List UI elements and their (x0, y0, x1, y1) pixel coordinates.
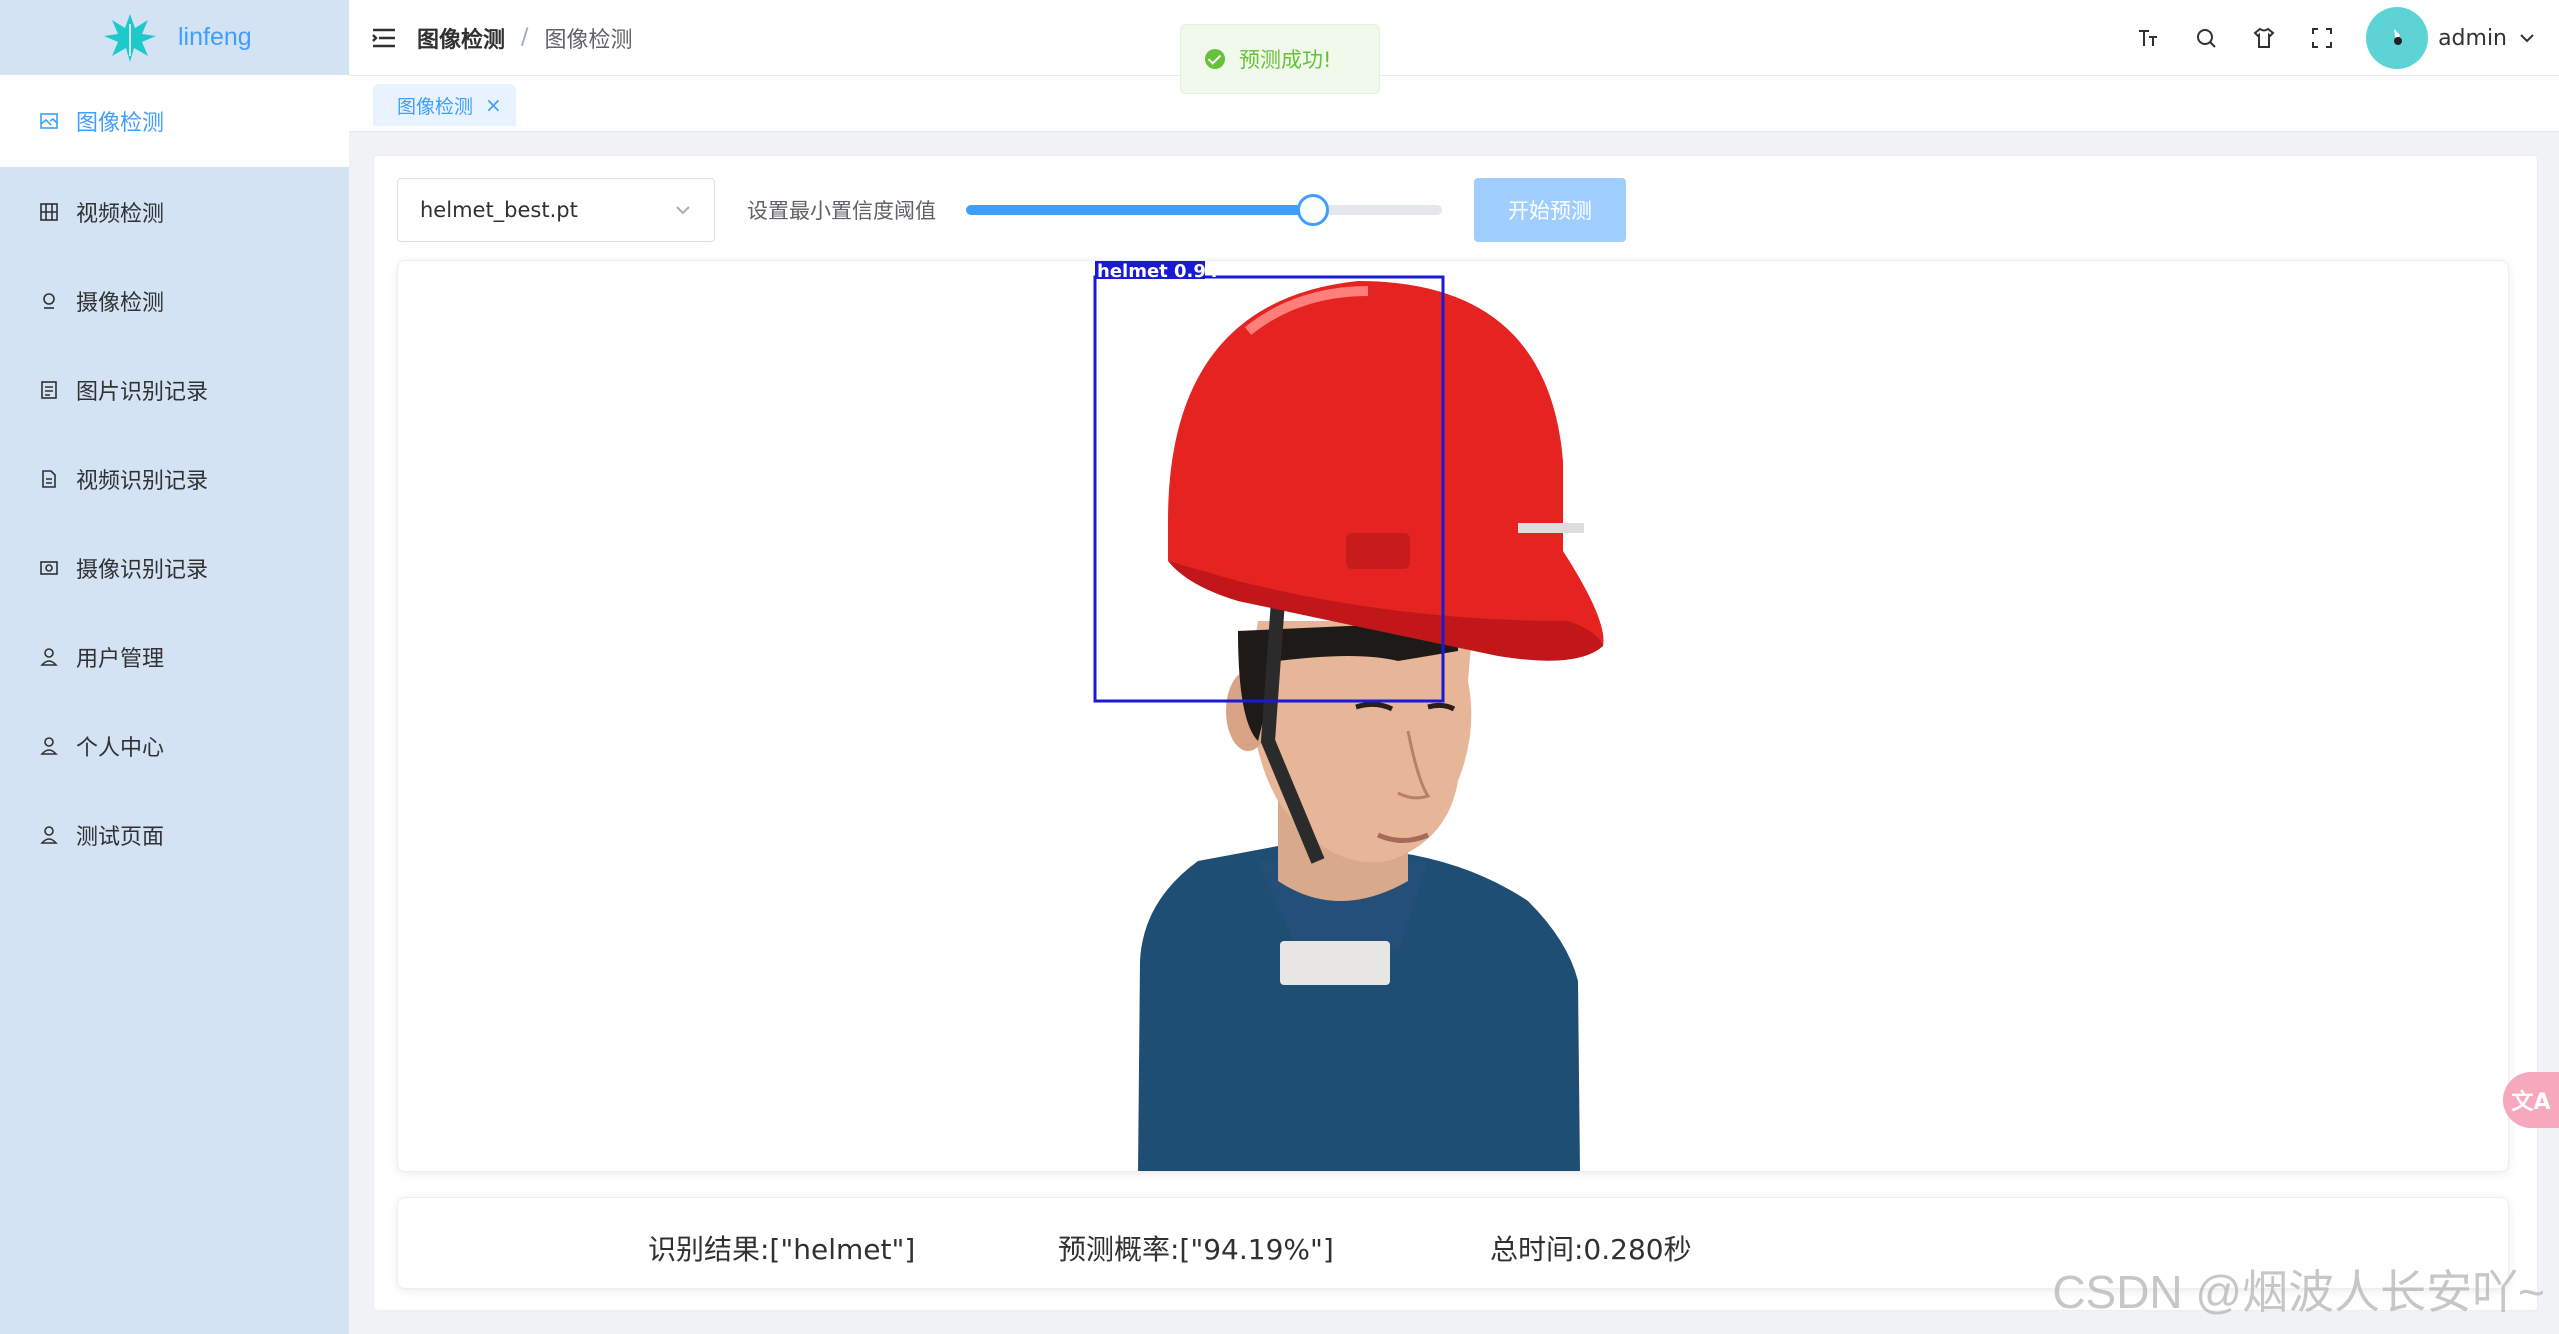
fullscreen-icon[interactable] (2308, 24, 2336, 52)
sidebar-item-label: 摄像识别记录 (76, 557, 209, 583)
translate-icon: 文A (2511, 1090, 2551, 1115)
sidebar-item-label: 摄像检测 (76, 290, 165, 316)
tag-image-detection[interactable]: 图像检测 × (373, 84, 516, 126)
image-display: helmet 0.94 (397, 260, 2509, 1172)
tag-label: 图像检测 (397, 95, 474, 118)
result-text: 识别结果:["helmet"] (648, 1233, 916, 1266)
model-select[interactable]: helmet_best.pt (397, 178, 715, 242)
search-icon[interactable] (2192, 24, 2220, 52)
close-icon[interactable]: × (485, 93, 502, 117)
confidence-slider[interactable] (966, 194, 1442, 226)
sidebar-item-label: 视频检测 (76, 201, 165, 227)
sidebar-item-label: 图片识别记录 (76, 379, 209, 405)
user-icon (38, 824, 60, 846)
camera-icon (38, 290, 60, 312)
breadcrumb-item: 图像检测 (544, 27, 633, 53)
breadcrumb-item[interactable]: 图像检测 (417, 22, 505, 54)
chevron-down-icon[interactable] (2517, 28, 2537, 48)
sidebar-menu: 图像检测视频检测摄像检测图片识别记录 视频识别记录 摄像识别记录 用户管理个人中心测试… (0, 75, 349, 879)
sidebar-item[interactable]: 摄像识别记录 (0, 523, 349, 612)
time-text: 总时间:0.280秒 (1490, 1233, 1692, 1266)
sidebar-item[interactable]: 用户管理 (0, 612, 349, 701)
menu-toggle-icon[interactable] (371, 27, 397, 49)
detection-label: helmet 0.94 (1097, 261, 1218, 282)
theme-shirt-icon[interactable] (2250, 24, 2278, 52)
detection-image: helmet 0.94 (1093, 261, 1604, 1171)
sidebar-item[interactable]: 图片识别记录 (0, 345, 349, 434)
sidebar-item-label: 视频识别记录 (76, 468, 209, 494)
sidebar-item-label: 图像检测 (76, 111, 165, 136)
sidebar-item[interactable]: 摄像检测 (0, 256, 349, 345)
sidebar-item[interactable]: 视频识别记录 (0, 434, 349, 523)
model-select-value: helmet_best.pt (420, 198, 578, 222)
user-icon (38, 646, 60, 668)
chevron-down-icon (676, 206, 690, 215)
image-icon (38, 110, 60, 132)
header-actions: admin (2134, 0, 2559, 76)
file-icon (38, 468, 60, 490)
tags-bar: 图像检测 × (349, 76, 2559, 132)
success-toast: 预测成功! (1180, 24, 1380, 94)
font-size-icon[interactable] (2134, 24, 2162, 52)
predict-button[interactable]: 开始预测 (1474, 178, 1626, 242)
sidebar-item[interactable]: 图像检测 (0, 75, 349, 167)
breadcrumb-separator: / (521, 25, 529, 50)
sidebar-item[interactable]: 个人中心 (0, 701, 349, 790)
user-icon (38, 735, 60, 757)
breadcrumb: 图像检测 / 图像检测 (417, 22, 632, 54)
sidebar-item-label: 用户管理 (76, 646, 165, 672)
success-icon (1205, 49, 1225, 69)
helmet-clip (1346, 533, 1410, 569)
jacket-patch (1280, 941, 1390, 985)
video-icon (38, 201, 60, 223)
main-panel: helmet_best.pt 设置最小置信度阈值 开始预测 helmet 0.9… (373, 155, 2538, 1311)
sidebar-item[interactable]: 测试页面 (0, 790, 349, 879)
avatar[interactable] (2366, 7, 2429, 69)
logo[interactable]: linfeng (0, 0, 349, 75)
sidebar: linfeng 图像检测视频检测摄像检测图片识别记录 视频识别记录 摄像识别记录 用户… (0, 0, 349, 1334)
app-name: linfeng (178, 23, 252, 51)
monitor-icon (38, 557, 60, 579)
avatar-image (2394, 29, 2403, 45)
toolbar: helmet_best.pt 设置最小置信度阈值 开始预测 (397, 178, 1797, 242)
sidebar-item[interactable]: 视频检测 (0, 167, 349, 256)
sidebar-item-label: 测试页面 (76, 824, 165, 850)
watermark: CSDN @烟波人长安吖~ (2052, 1266, 2545, 1318)
probability-text: 预测概率:["94.19%"] (1058, 1233, 1334, 1266)
header: 图像检测 / 图像检测 admin (349, 0, 2559, 76)
toast-message: 预测成功! (1239, 48, 1332, 72)
slider-fill (966, 205, 1314, 215)
helmet-label (1518, 523, 1584, 533)
logo-icon (104, 13, 156, 62)
slider-handle[interactable] (1297, 194, 1330, 226)
translate-float-button[interactable]: 文A (2503, 1072, 2559, 1128)
document-icon (38, 379, 60, 401)
sidebar-item-label: 个人中心 (76, 735, 165, 761)
user-name[interactable]: admin (2438, 26, 2507, 51)
slider-label: 设置最小置信度阈值 (747, 199, 936, 223)
